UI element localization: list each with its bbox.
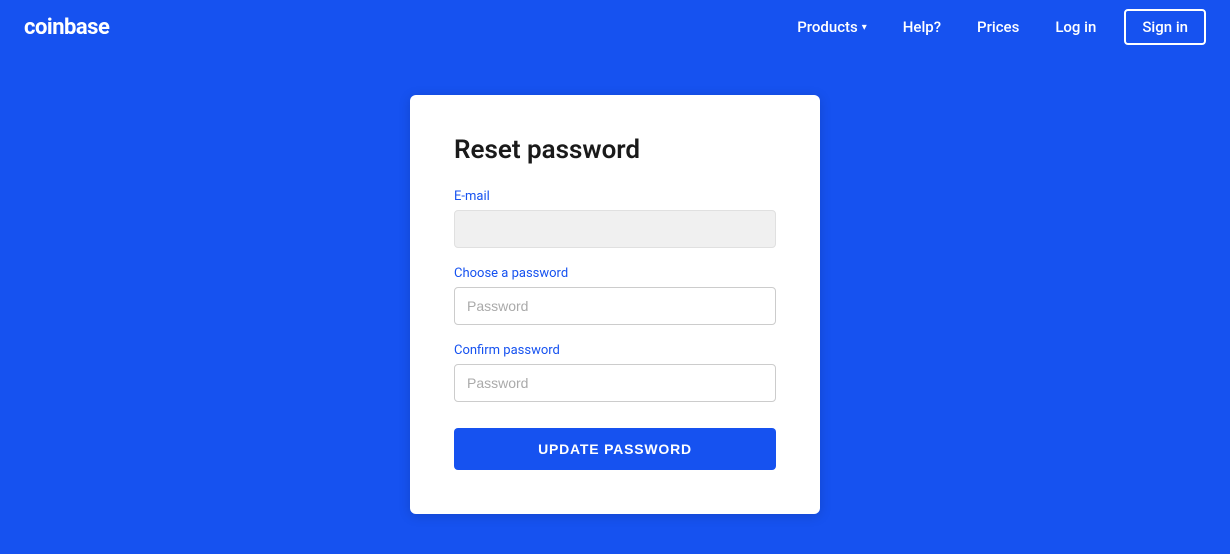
nav-help[interactable]: Help? xyxy=(889,10,955,44)
password-input[interactable] xyxy=(454,287,776,325)
nav-products[interactable]: Products ▾ xyxy=(783,10,881,44)
form-title: Reset password xyxy=(454,135,776,165)
confirm-password-group: Confirm password xyxy=(454,343,776,402)
nav-products-label: Products xyxy=(797,18,858,36)
brand-logo[interactable]: coinbase xyxy=(24,15,109,40)
chevron-down-icon: ▾ xyxy=(862,22,867,33)
confirm-password-label: Confirm password xyxy=(454,343,776,358)
password-label: Choose a password xyxy=(454,266,776,281)
reset-password-card: Reset password E-mail Choose a password … xyxy=(410,95,820,514)
main-content: Reset password E-mail Choose a password … xyxy=(0,54,1230,554)
password-group: Choose a password xyxy=(454,266,776,325)
nav-signin[interactable]: Sign in xyxy=(1124,9,1206,45)
confirm-password-input[interactable] xyxy=(454,364,776,402)
navbar: coinbase Products ▾ Help? Prices Log in … xyxy=(0,0,1230,54)
nav-prices[interactable]: Prices xyxy=(963,10,1033,44)
update-password-button[interactable]: UPDATE PASSWORD xyxy=(454,428,776,470)
nav-login[interactable]: Log in xyxy=(1041,10,1110,44)
email-input xyxy=(454,210,776,248)
email-label: E-mail xyxy=(454,189,776,204)
email-group: E-mail xyxy=(454,189,776,248)
nav-links: Products ▾ Help? Prices Log in Sign in xyxy=(783,9,1206,45)
